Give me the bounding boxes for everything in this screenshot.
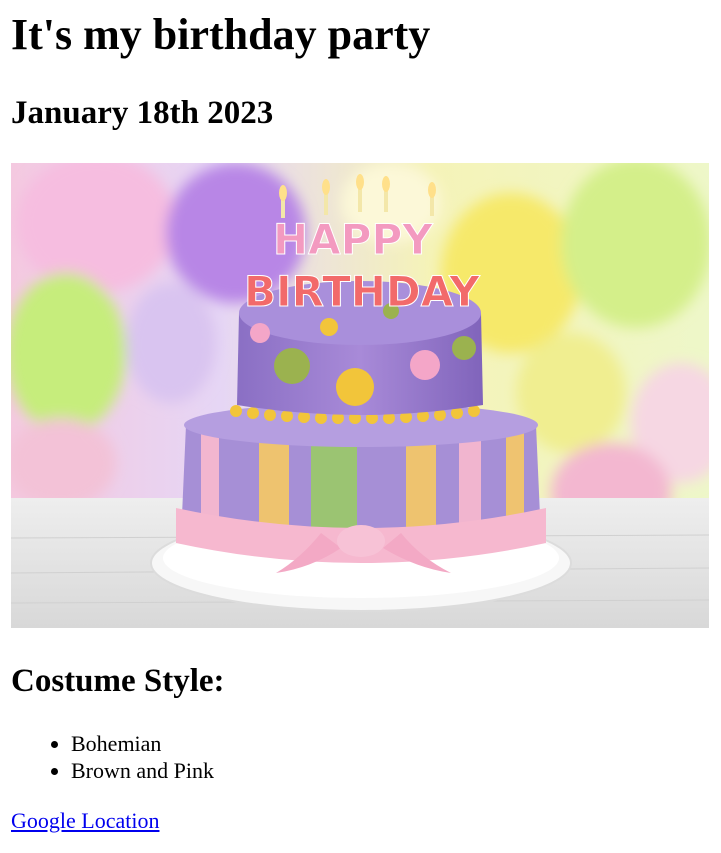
costume-list: Bohemian Brown and Pink [0, 730, 214, 784]
costume-heading: Costume Style: [11, 663, 225, 699]
party-date: January 18th 2023 [11, 95, 274, 131]
birthday-cake-image: HAPPY BIRTHDAY [11, 163, 709, 628]
page-title: It's my birthday party [11, 10, 431, 59]
list-item: Brown and Pink [71, 757, 214, 784]
google-location-link[interactable]: Google Location [11, 807, 159, 835]
list-item: Bohemian [71, 730, 214, 757]
svg-text:HAPPY: HAPPY [273, 215, 433, 264]
svg-text:BIRTHDAY: BIRTHDAY [244, 267, 480, 316]
